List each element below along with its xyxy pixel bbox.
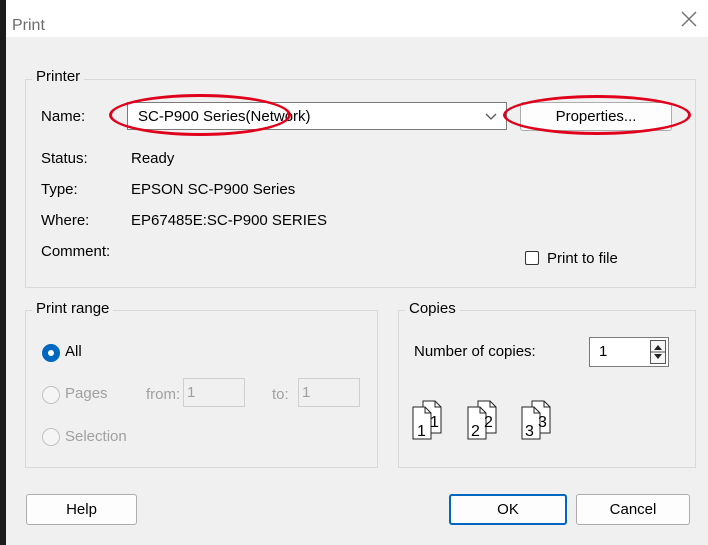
collate-page-label: 2 bbox=[471, 423, 480, 440]
help-button[interactable]: Help bbox=[26, 494, 137, 525]
from-page-input[interactable]: 1 bbox=[183, 378, 245, 407]
from-label: from: bbox=[146, 386, 181, 403]
number-of-copies-label: Number of copies: bbox=[414, 343, 536, 360]
collate-page-label: 1 bbox=[417, 423, 426, 440]
spin-arrows-icon bbox=[651, 345, 665, 359]
collate-page-label: 2 bbox=[484, 414, 493, 431]
print-to-file-label[interactable]: Print to file bbox=[547, 250, 618, 267]
type-value: EPSON SC-P900 Series bbox=[131, 181, 296, 198]
status-label: Status: bbox=[41, 150, 88, 167]
collate-page-label: 3 bbox=[538, 414, 547, 431]
chevron-down-icon bbox=[485, 113, 497, 120]
close-icon bbox=[681, 11, 697, 27]
where-label: Where: bbox=[41, 212, 90, 229]
comment-label: Comment: bbox=[41, 243, 111, 260]
print-range-group-label: Print range bbox=[32, 300, 114, 317]
collate-page-label: 1 bbox=[430, 414, 439, 431]
where-value: EP67485E:SC-P900 SERIES bbox=[131, 212, 327, 229]
selection-radio[interactable] bbox=[42, 428, 60, 446]
all-radio[interactable] bbox=[42, 344, 60, 362]
print-to-file-checkbox[interactable] bbox=[525, 251, 539, 265]
all-label[interactable]: All bbox=[65, 343, 82, 360]
properties-button[interactable]: Properties... bbox=[520, 102, 672, 131]
printer-name-value: SC-P900 Series(Network) bbox=[138, 108, 311, 125]
title-bar bbox=[6, 0, 708, 37]
close-button[interactable] bbox=[674, 4, 704, 34]
dialog-title: Print bbox=[12, 17, 45, 34]
collate-page-label: 3 bbox=[525, 423, 534, 440]
copies-stepper[interactable]: 1 bbox=[589, 337, 669, 367]
pages-label[interactable]: Pages bbox=[65, 385, 108, 402]
pages-radio[interactable] bbox=[42, 386, 60, 404]
copies-group-label: Copies bbox=[405, 300, 460, 317]
to-label: to: bbox=[272, 386, 289, 403]
ok-button[interactable]: OK bbox=[449, 494, 567, 525]
printer-name-select[interactable]: SC-P900 Series(Network) bbox=[127, 102, 507, 130]
selection-label[interactable]: Selection bbox=[65, 428, 127, 445]
to-page-input[interactable]: 1 bbox=[298, 378, 360, 407]
printer-group-label: Printer bbox=[32, 68, 85, 85]
status-value: Ready bbox=[131, 150, 175, 167]
copies-value: 1 bbox=[599, 343, 608, 360]
name-label: Name: bbox=[41, 108, 86, 125]
collate-illustration: 1 1 2 2 3 3 bbox=[412, 400, 551, 440]
copies-spin-buttons[interactable] bbox=[650, 340, 666, 364]
type-label: Type: bbox=[41, 181, 78, 198]
cancel-button[interactable]: Cancel bbox=[576, 494, 690, 525]
